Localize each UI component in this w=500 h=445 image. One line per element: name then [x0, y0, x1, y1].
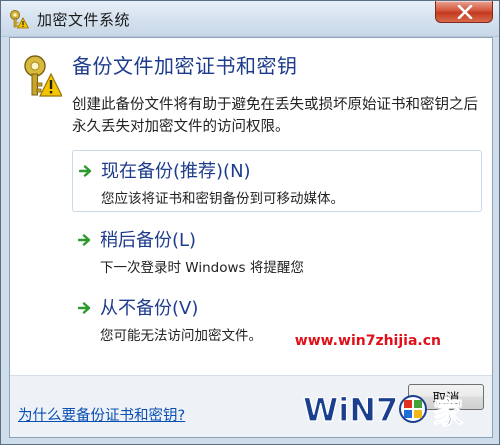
key-warning-icon	[24, 55, 62, 97]
backup-later-option[interactable]: 稍后备份(L) 下一次登录时 Windows 将提醒您	[72, 220, 482, 282]
close-icon	[457, 5, 473, 19]
green-arrow-icon	[79, 165, 92, 177]
key-warning-icon	[10, 10, 29, 29]
dialog-window: 加密文件系统 备份文件加密证书和密钥 创建此备份文件将有助于避免在丢失或损坏原始…	[0, 0, 500, 445]
close-button[interactable]	[435, 1, 493, 23]
green-arrow-icon	[78, 302, 91, 314]
dialog-heading: 备份文件加密证书和密钥	[72, 54, 298, 78]
backup-now-option[interactable]: 现在备份(推荐)(N) 您应该将证书和密钥备份到可移动媒体。	[72, 150, 482, 212]
window-title: 加密文件系统	[37, 11, 131, 29]
svg-text:家: 家	[433, 396, 463, 431]
option-description: 您可能无法访问加密文件。	[100, 328, 262, 344]
option-title: 稍后备份(L)	[100, 230, 197, 251]
dialog-content: 备份文件加密证书和密钥 创建此备份文件将有助于避免在丢失或损坏原始证书和密钥之后…	[9, 37, 493, 438]
option-title: 从不备份(V)	[100, 298, 199, 319]
title-bar[interactable]: 加密文件系统	[1, 1, 499, 37]
watermark-url: www.win7zhijia.cn	[294, 333, 441, 349]
dialog-description: 创建此备份文件将有助于避免在丢失或损坏原始证书和密钥之后永久丢失对加密文件的访问…	[72, 97, 478, 135]
option-title: 现在备份(推荐)(N)	[101, 161, 251, 182]
option-description: 下一次登录时 Windows 将提醒您	[100, 260, 304, 276]
green-arrow-icon	[78, 234, 91, 246]
watermark-logo: WiN7 家	[302, 390, 463, 431]
svg-text:WiN7: WiN7	[303, 391, 398, 429]
why-backup-help-link[interactable]: 为什么要备份证书和密钥?	[18, 404, 185, 425]
option-description: 您应该将证书和密钥备份到可移动媒体。	[101, 191, 344, 207]
